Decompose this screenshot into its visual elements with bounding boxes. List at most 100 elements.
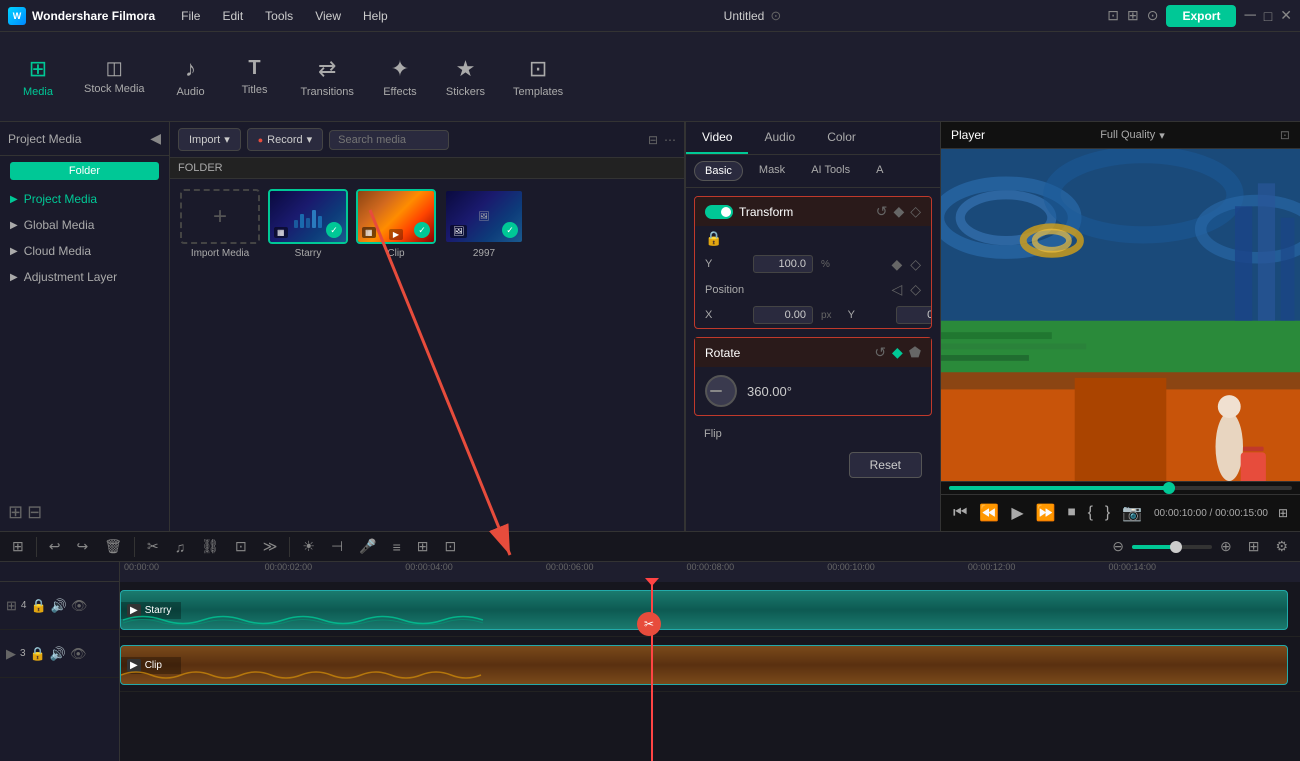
subtab-mask[interactable]: Mask	[749, 161, 795, 181]
rotate-teal-icon[interactable]: ◆	[892, 344, 903, 361]
tl-crop-button[interactable]: ⊡	[231, 536, 251, 557]
reset-button[interactable]: Reset	[849, 452, 922, 478]
transform-reset-icon[interactable]: ↺	[876, 203, 888, 220]
tool-effects[interactable]: ✦ Effects	[370, 48, 430, 106]
track-4-mute-icon[interactable]: 🔊	[51, 598, 67, 614]
sidebar-item-adjustment-layer[interactable]: ▶ Adjustment Layer	[0, 264, 169, 290]
play-button[interactable]: ▶	[1009, 501, 1025, 525]
folder-move-icon[interactable]: ⊟	[27, 502, 42, 523]
pos-x-input[interactable]	[753, 306, 813, 324]
folder-button[interactable]: Folder	[10, 162, 159, 180]
media-item-2997[interactable]: 🖼 🖼 ✓ 2997	[444, 189, 524, 521]
search-input[interactable]	[329, 130, 449, 150]
tl-mic-button[interactable]: 🎤	[355, 536, 380, 557]
track-3-clip[interactable]: ▶ Clip	[120, 645, 1288, 685]
tool-stickers[interactable]: ★ Stickers	[434, 48, 497, 106]
transform-diamond-icon[interactable]: ◇	[910, 203, 921, 220]
add-track-icon[interactable]: ⊞	[6, 598, 17, 614]
menu-tools[interactable]: Tools	[255, 7, 303, 25]
quality-button[interactable]: Full Quality ▾	[1100, 129, 1165, 142]
step-forward-button[interactable]: ⏩	[1034, 501, 1058, 525]
tl-caption-button[interactable]: ≡	[389, 537, 405, 557]
menu-edit[interactable]: Edit	[212, 7, 253, 25]
snapshot-button[interactable]: 📷	[1120, 501, 1144, 525]
pos-y-input[interactable]	[896, 306, 932, 324]
loop-button[interactable]: {	[1086, 502, 1095, 524]
more-options-icon[interactable]: ⋯	[664, 133, 676, 147]
menu-file[interactable]: File	[171, 7, 210, 25]
tab-audio[interactable]: Audio	[748, 122, 811, 154]
fullscreen-icon[interactable]: ⊡	[1107, 7, 1119, 24]
fullscreen-player-icon[interactable]: ⊡	[1280, 128, 1290, 142]
export-button[interactable]: Export	[1166, 5, 1236, 27]
tool-templates[interactable]: ⊡ Templates	[501, 48, 575, 106]
subtab-ai-tools[interactable]: AI Tools	[801, 161, 860, 181]
tool-titles[interactable]: T Titles	[225, 49, 285, 104]
window-maximize[interactable]: □	[1264, 8, 1272, 24]
step-back-button[interactable]: ⏪	[977, 501, 1001, 525]
transform-keyframe-icon[interactable]: ◆	[893, 203, 904, 220]
tl-more-button[interactable]: ≫	[259, 536, 282, 557]
import-media-item[interactable]: + Import Media	[180, 189, 260, 521]
track-3-play-icon[interactable]: ▶	[6, 646, 16, 662]
position-keyframe-left-icon[interactable]: ◁	[891, 281, 902, 298]
left-panel-collapse-icon[interactable]: ◀	[150, 130, 161, 147]
media-item-clip[interactable]: ▶ ▦ ✓ Clip	[356, 189, 436, 521]
tl-redo-button[interactable]: ↪	[72, 536, 92, 557]
zoom-slider[interactable]	[1132, 545, 1212, 549]
zoom-in-button[interactable]: ⊕	[1216, 536, 1236, 557]
skip-back-button[interactable]: ⏮	[951, 502, 969, 524]
tl-snap-button[interactable]: ⊡	[441, 536, 461, 557]
subtab-basic[interactable]: Basic	[694, 161, 743, 181]
tl-settings-button[interactable]: ⚙	[1271, 536, 1292, 557]
settings-icon[interactable]: ⊙	[1147, 7, 1159, 24]
tab-color[interactable]: Color	[811, 122, 872, 154]
tl-trim-button[interactable]: ⊣	[327, 536, 347, 557]
window-close[interactable]: ✕	[1280, 7, 1292, 24]
tl-sun-button[interactable]: ☀	[298, 536, 319, 557]
sidebar-item-project-media[interactable]: ▶ Project Media	[0, 186, 169, 212]
filter-icon[interactable]: ⊟	[648, 133, 658, 147]
loop-end-button[interactable]: }	[1103, 502, 1112, 524]
grid-icon[interactable]: ⊞	[1127, 7, 1139, 24]
import-button[interactable]: Import ▾	[178, 128, 241, 151]
position-diamond-icon[interactable]: ◇	[910, 281, 921, 298]
stop-button[interactable]: ⏹	[1066, 502, 1078, 524]
tl-grid-button[interactable]: ⊞	[1244, 536, 1264, 557]
tl-link-button[interactable]: ⛓	[197, 536, 223, 557]
rotate-diamond-icon[interactable]: ⬟	[909, 344, 921, 361]
tl-undo-button[interactable]: ↩	[45, 536, 65, 557]
scale-diamond-icon[interactable]: ◇	[910, 256, 921, 273]
media-item-starry[interactable]: ▦ ✓ Starry	[268, 189, 348, 521]
player-progress-bar[interactable]	[949, 486, 1292, 490]
zoom-out-button[interactable]: ⊖	[1108, 536, 1128, 557]
fullscreen-button[interactable]: ⊞	[1276, 504, 1290, 522]
scale-y-input[interactable]	[753, 255, 813, 273]
window-minimize[interactable]: ─	[1244, 7, 1255, 25]
rotate-reset-icon[interactable]: ↺	[874, 344, 886, 361]
tl-delete-button[interactable]: 🗑	[100, 536, 126, 557]
track-3-eye-icon[interactable]: 👁	[70, 646, 87, 662]
menu-view[interactable]: View	[305, 7, 351, 25]
tool-media[interactable]: ⊞ Media	[8, 48, 68, 106]
tool-stock-media[interactable]: ◫ Stock Media	[72, 50, 157, 103]
tab-video[interactable]: Video	[686, 122, 748, 154]
sidebar-item-cloud-media[interactable]: ▶ Cloud Media	[0, 238, 169, 264]
transform-toggle[interactable]	[705, 205, 733, 219]
sidebar-item-global-media[interactable]: ▶ Global Media	[0, 212, 169, 238]
tl-layout-icon[interactable]: ⊞	[8, 536, 28, 557]
tl-audio-button[interactable]: ♫	[171, 537, 190, 557]
track-3-lock-icon[interactable]: 🔒	[30, 646, 46, 662]
tl-cut-button[interactable]: ✂	[143, 536, 163, 557]
scale-keyframe-icon[interactable]: ◆	[891, 256, 902, 273]
menu-help[interactable]: Help	[353, 7, 398, 25]
track-3-mute-icon[interactable]: 🔊	[50, 646, 66, 662]
tool-audio[interactable]: ♪ Audio	[161, 48, 221, 106]
record-button[interactable]: ● Record ▾	[247, 128, 323, 151]
tool-transitions[interactable]: ⇄ Transitions	[289, 48, 366, 106]
track-4-lock-icon[interactable]: 🔒	[30, 598, 46, 614]
add-folder-icon[interactable]: ⊞	[8, 502, 23, 523]
subtab-a[interactable]: A	[866, 161, 893, 181]
tl-multicam-button[interactable]: ⊞	[413, 536, 433, 557]
rotate-dial[interactable]	[705, 375, 737, 407]
